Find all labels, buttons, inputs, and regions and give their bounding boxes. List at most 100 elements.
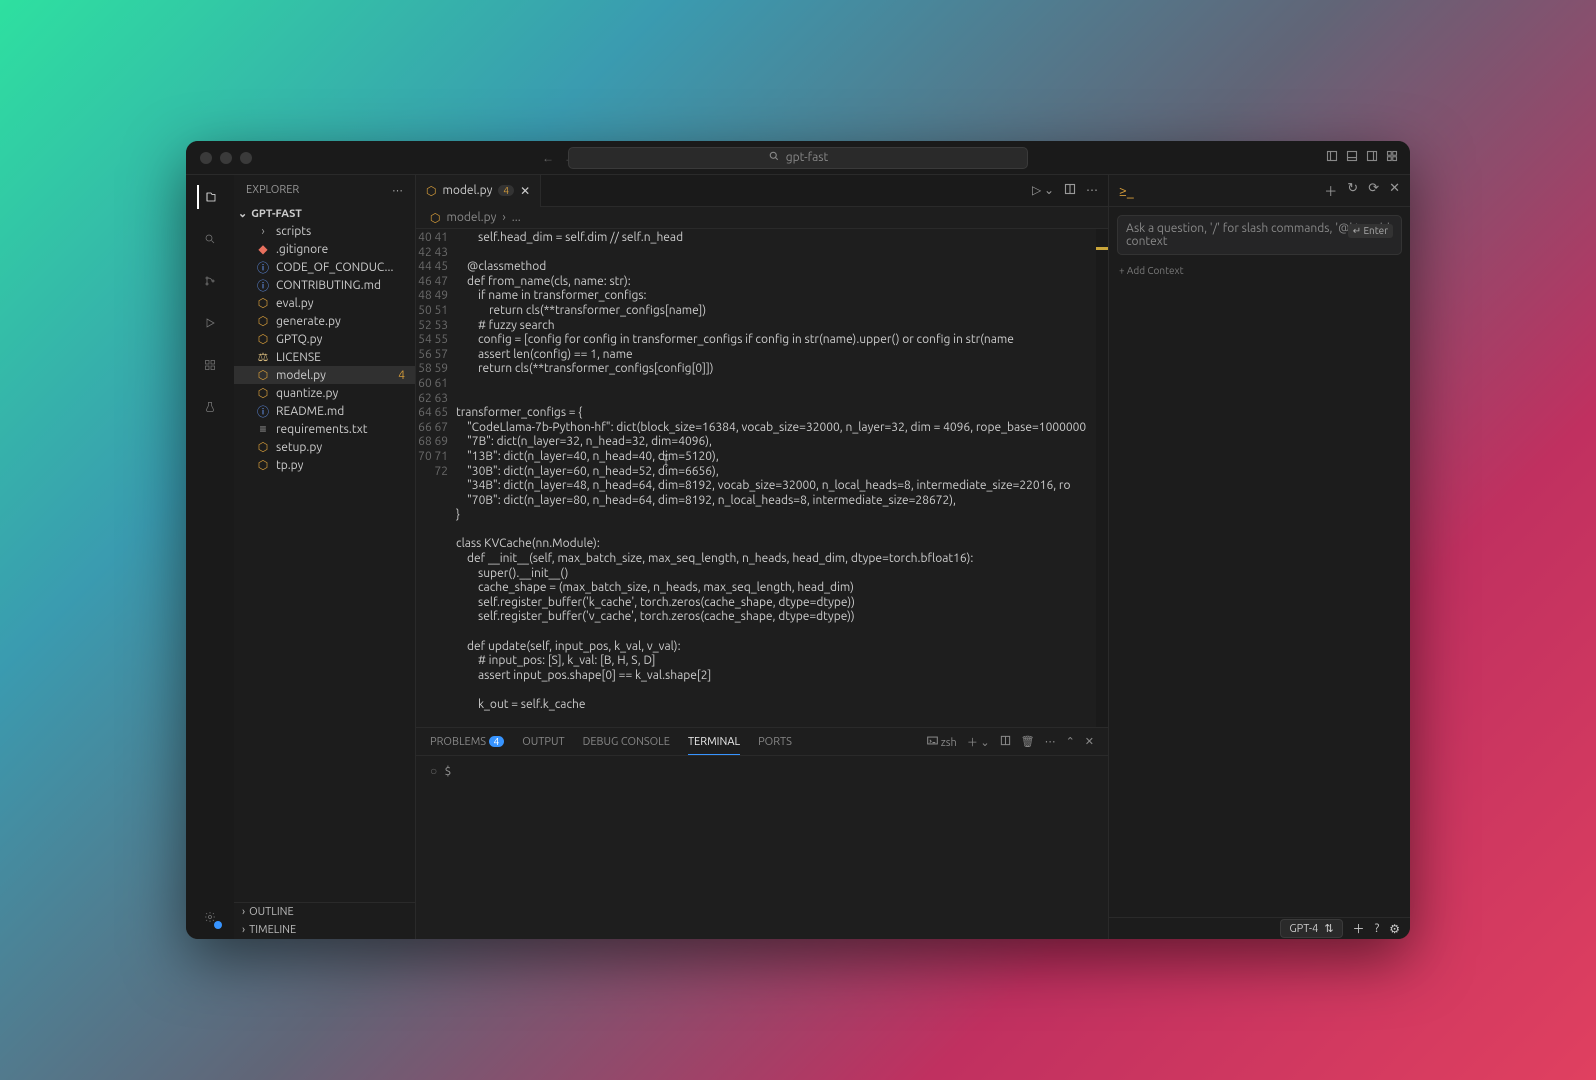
panel-more-icon[interactable]: ⋯	[1045, 735, 1056, 748]
shell-name: zsh	[941, 737, 957, 749]
terminal-body[interactable]: ○ $	[416, 756, 1108, 939]
tab-ports[interactable]: PORTS	[758, 736, 792, 748]
file-GPTQ.py[interactable]: ⬡ GPTQ.py	[234, 330, 415, 348]
py-icon: ⬡	[256, 332, 270, 346]
crumb-sep: ›	[502, 211, 505, 224]
file-requirements.txt[interactable]: ≡requirements.txt	[234, 420, 415, 438]
ai-input[interactable]: Ask a question, '/' for slash commands, …	[1117, 215, 1402, 255]
file-label: requirements.txt	[276, 423, 368, 436]
back-icon[interactable]: ←	[542, 151, 554, 165]
tab-model-py[interactable]: ⬡ model.py 4 ✕	[416, 175, 541, 207]
add-model-icon[interactable]: ＋	[1353, 920, 1365, 937]
tab-debug-console[interactable]: DEBUG CONSOLE	[583, 736, 670, 748]
tab-terminal[interactable]: TERMINAL	[688, 736, 740, 755]
file-label: GPTQ.py	[276, 333, 322, 346]
outline-section[interactable]: › OUTLINE	[234, 903, 415, 921]
timeline-section[interactable]: › TIMELINE	[234, 921, 415, 939]
toggle-panel-icon[interactable]	[1346, 150, 1358, 165]
tab-problems-label: PROBLEMS	[430, 736, 486, 748]
run-debug-icon[interactable]	[198, 311, 222, 335]
file-label: CONTRIBUTING.md	[276, 279, 381, 292]
crumb-file: model.py	[446, 211, 496, 224]
toggle-primary-sidebar-icon[interactable]	[1326, 150, 1338, 165]
md-icon: ⓘ	[256, 277, 270, 294]
testing-icon[interactable]	[198, 395, 222, 419]
file-quantize.py[interactable]: ⬡quantize.py	[234, 384, 415, 402]
search-icon[interactable]	[198, 227, 222, 251]
py-icon: ⬡	[256, 368, 270, 382]
explorer-more-icon[interactable]: ⋯	[392, 184, 403, 197]
file-.gitignore[interactable]: ◆.gitignore	[234, 240, 415, 258]
file-CODE_OF_CONDUC...[interactable]: ⓘCODE_OF_CONDUC...	[234, 258, 415, 276]
run-icon[interactable]: ▷ ⌄	[1032, 183, 1054, 198]
explorer-icon[interactable]	[197, 185, 221, 209]
minimize-dot[interactable]	[220, 152, 232, 164]
tab-problems[interactable]: PROBLEMS 4	[430, 736, 504, 748]
file-label: eval.py	[276, 297, 314, 310]
file-model.py[interactable]: ⬡model.py4	[234, 366, 415, 384]
close-panel-icon[interactable]: ✕	[1085, 735, 1094, 748]
search-text: gpt-fast	[786, 151, 828, 164]
breadcrumbs[interactable]: ⬡ model.py › ...	[416, 207, 1108, 229]
command-center[interactable]: gpt-fast	[568, 147, 1028, 169]
terminal-shell-label[interactable]: zsh	[927, 735, 957, 749]
close-tab-icon[interactable]: ✕	[520, 184, 530, 198]
close-dot[interactable]	[200, 152, 212, 164]
project-name: GPT-FAST	[251, 208, 302, 220]
activity-bar	[186, 175, 234, 939]
explorer-title: EXPLORER	[246, 184, 299, 196]
customize-layout-icon[interactable]	[1386, 150, 1398, 165]
code-content[interactable]: self.head_dim = self.dim // self.n_head …	[456, 229, 1108, 727]
file-eval.py[interactable]: ⬡eval.py	[234, 294, 415, 312]
ai-enter-button[interactable]: ↵ Enter	[1348, 224, 1393, 238]
split-terminal-icon[interactable]	[1000, 735, 1011, 749]
py-icon: ⬡	[256, 440, 270, 454]
file-label: CODE_OF_CONDUC...	[276, 261, 393, 274]
ai-chat-icon[interactable]: ≥_	[1119, 183, 1134, 199]
tab-output[interactable]: OUTPUT	[522, 736, 564, 748]
maximize-panel-icon[interactable]: ⌃	[1066, 735, 1075, 748]
folder-icon: ›	[256, 225, 270, 238]
settings-icon[interactable]: ⚙	[1389, 922, 1400, 936]
file-generate.py[interactable]: ⬡generate.py	[234, 312, 415, 330]
file-setup.py[interactable]: ⬡setup.py	[234, 438, 415, 456]
close-ai-icon[interactable]: ✕	[1389, 181, 1400, 200]
model-selector[interactable]: GPT-4 ⇅	[1280, 919, 1342, 938]
file-label: generate.py	[276, 315, 341, 328]
file-CONTRIBUTING.md[interactable]: ⓘ CONTRIBUTING.md	[234, 276, 415, 294]
panel-actions: zsh ＋ ⌄ 🗑 ⋯ ⌃ ✕	[927, 734, 1094, 750]
editor-more-icon[interactable]: ⋯	[1086, 183, 1098, 198]
help-icon[interactable]: ?	[1375, 922, 1380, 935]
python-icon: ⬡	[426, 184, 436, 198]
file-LICENSE[interactable]: ⚖LICENSE	[234, 348, 415, 366]
reload-icon[interactable]: ⟳	[1368, 181, 1379, 200]
minimap[interactable]	[1096, 229, 1108, 727]
ai-add-context[interactable]: + Add Context	[1119, 265, 1400, 276]
file-scripts[interactable]: ›scripts	[234, 222, 415, 240]
kill-terminal-icon[interactable]: 🗑	[1021, 735, 1035, 748]
project-section[interactable]: ⌄ GPT-FAST	[234, 205, 415, 222]
split-editor-icon[interactable]	[1064, 183, 1076, 198]
python-icon: ⬡	[430, 211, 440, 225]
file-README.md[interactable]: ⓘREADME.md	[234, 402, 415, 420]
search-icon	[768, 150, 780, 165]
panel-tabs: PROBLEMS 4 OUTPUT DEBUG CONSOLE TERMINAL…	[416, 728, 1108, 756]
window-controls[interactable]	[186, 152, 252, 164]
code-editor[interactable]: 40 41 42 43 44 45 46 47 48 49 50 51 52 5…	[416, 229, 1108, 727]
zoom-dot[interactable]	[240, 152, 252, 164]
layout-controls	[1326, 150, 1398, 165]
git-icon: ◆	[256, 242, 270, 256]
crumb-rest: ...	[512, 211, 521, 224]
ai-panel-header: ≥_ ＋ ↻ ⟳ ✕	[1109, 175, 1410, 207]
history-icon[interactable]: ↻	[1347, 181, 1358, 200]
source-control-icon[interactable]	[198, 269, 222, 293]
new-chat-icon[interactable]: ＋	[1324, 181, 1337, 200]
file-label: tp.py	[276, 459, 303, 472]
sidebar-footer: › OUTLINE › TIMELINE	[234, 902, 415, 939]
extensions-icon[interactable]	[198, 353, 222, 377]
file-tp.py[interactable]: ⬡tp.py	[234, 456, 415, 474]
tab-actions: ▷ ⌄ ⋯	[1032, 183, 1098, 198]
toggle-secondary-sidebar-icon[interactable]	[1366, 150, 1378, 165]
new-terminal-icon[interactable]: ＋ ⌄	[967, 734, 990, 750]
settings-badge	[214, 921, 222, 929]
